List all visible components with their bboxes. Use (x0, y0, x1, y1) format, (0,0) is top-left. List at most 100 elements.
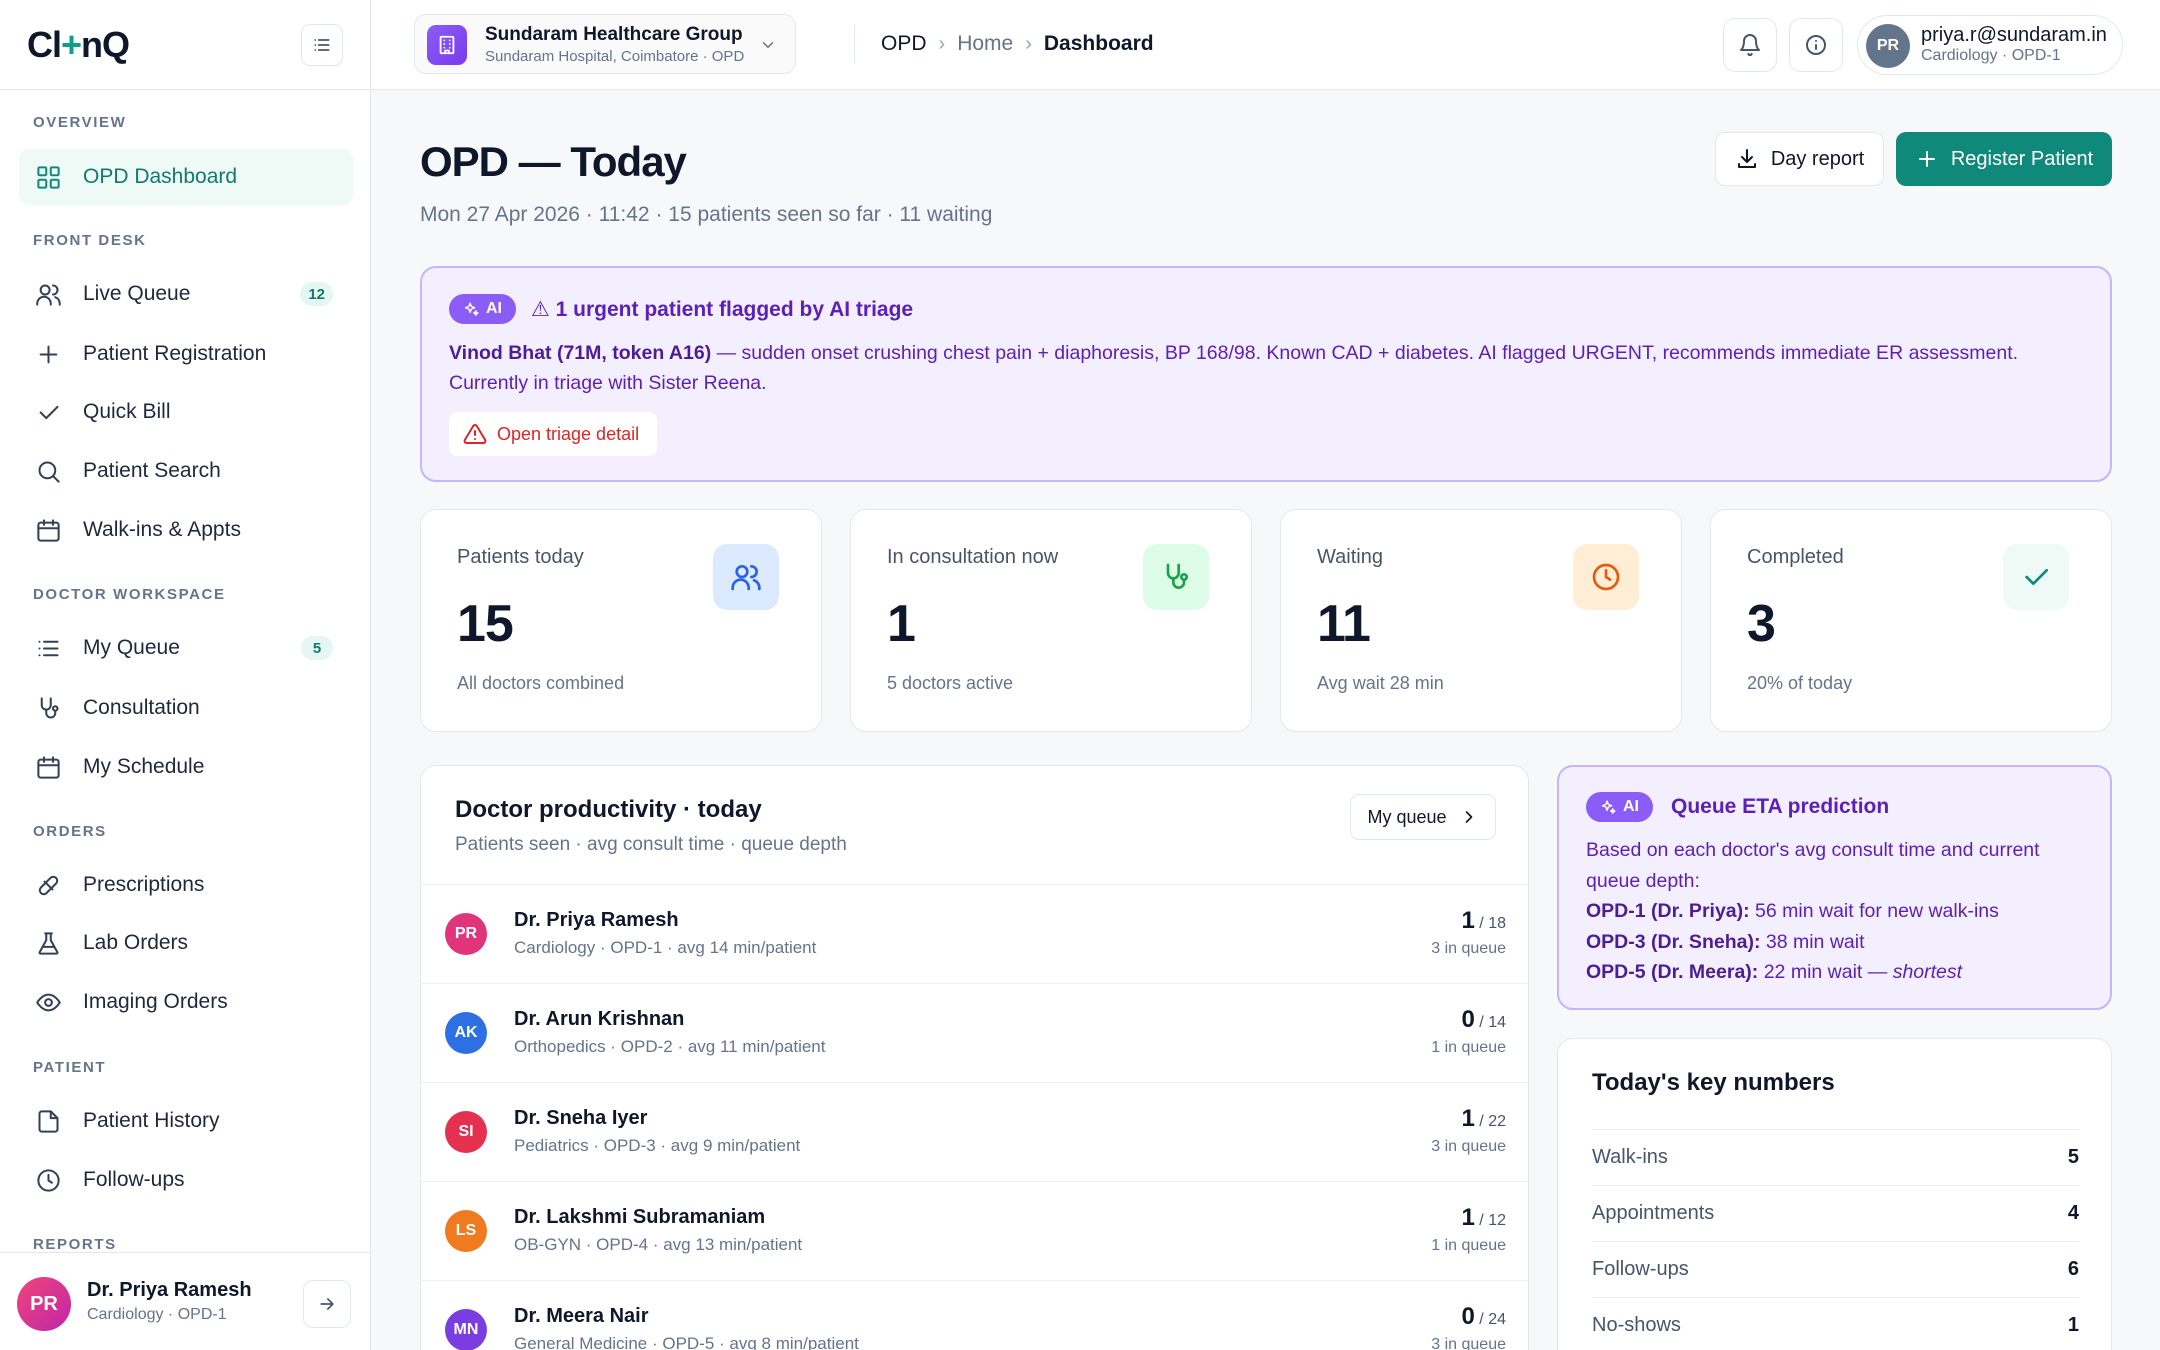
button-label: My queue (1367, 806, 1447, 827)
building-icon (427, 25, 467, 65)
sidebar: Cl+nQ OVERVIEW OPD Dashboard FRONT DESK … (0, 0, 371, 1350)
doctor-name: Dr. Priya Ramesh (514, 909, 679, 931)
warning-icon (463, 423, 487, 444)
stethoscope-icon (40, 696, 59, 718)
stat-card-completed[interactable]: Completed 3 20% of today (1710, 509, 2112, 732)
sidebar-item-label: Patient Registration (83, 342, 267, 365)
notifications-button[interactable] (1723, 18, 1777, 72)
breadcrumb-current: Dashboard (1043, 32, 1154, 55)
queue-depth: 3 in queue (1431, 1336, 1506, 1350)
avatar: LS (445, 1210, 487, 1252)
sidebar-item-imaging-orders[interactable]: Imaging Orders (19, 974, 353, 1030)
breadcrumb-opd[interactable]: OPD (881, 32, 927, 56)
sidebar-item-patient-search[interactable]: Patient Search (19, 443, 353, 499)
patients-seen: 0 / 14 (1461, 1006, 1507, 1033)
list-icon (38, 640, 59, 656)
stat-card-patients-today[interactable]: Patients today 15 All doctors combined (420, 509, 822, 732)
doctor-meta: OB-GYN · OPD-4 · avg 13 min/patient (514, 1235, 803, 1254)
stat-footnote: 20% of today (1747, 673, 1853, 693)
sidebar-item-consultation[interactable]: Consultation (19, 680, 353, 736)
divider (854, 25, 855, 63)
bell-icon (1740, 34, 1760, 57)
sidebar-item-label: Lab Orders (83, 931, 189, 954)
app-logo[interactable]: Cl+nQ (27, 24, 130, 66)
doctor-meta: Pediatrics · OPD-3 · avg 9 min/patient (514, 1136, 801, 1155)
patient-name[interactable]: Vinod Bhat (71M, token A16) (449, 342, 711, 364)
sidebar-item-patient-registration[interactable]: Patient Registration (19, 326, 353, 382)
stat-value: 3 (1747, 595, 1776, 653)
sidebar-item-patient-history[interactable]: Patient History (19, 1093, 353, 1149)
grid-icon (37, 165, 60, 189)
sidebar-item-quick-bill[interactable]: Quick Bill (19, 384, 353, 440)
patients-seen: 1 / 22 (1461, 1105, 1507, 1132)
table-row[interactable]: SI Dr. Sneha Iyer Pediatrics · OPD-3 · a… (421, 1082, 1528, 1181)
sidebar-item-label: OPD Dashboard (83, 165, 238, 188)
stat-footnote: Avg wait 28 min (1317, 673, 1444, 693)
user-role: Cardiology · OPD-1 (1921, 47, 2061, 64)
eta-text: Based on each doctor's avg consult time … (1586, 839, 2040, 983)
avatar: MN (445, 1309, 487, 1350)
table-row[interactable]: LS Dr. Lakshmi Subramaniam OB-GYN · OPD-… (421, 1181, 1528, 1280)
stat-card-waiting[interactable]: Waiting 11 Avg wait 28 min (1280, 509, 1682, 732)
org-subtitle: Sundaram Hospital, Coimbatore · OPD (485, 48, 745, 65)
doctor-meta: Cardiology · OPD-1 · avg 14 min/patient (514, 938, 817, 957)
info-button[interactable] (1789, 18, 1843, 72)
sidebar-item-lab-orders[interactable]: Lab Orders (19, 915, 353, 971)
flask-icon (38, 931, 59, 955)
queue-eta-card: AI Queue ETA prediction Based on each do… (1557, 765, 2112, 1010)
stat-footnote: 5 doctors active (887, 673, 1014, 693)
my-queue-button[interactable]: My queue (1350, 794, 1496, 840)
sidebar-item-my-queue[interactable]: My Queue 5 (19, 620, 353, 676)
clock-icon (1573, 544, 1639, 610)
logout-button[interactable] (303, 1280, 351, 1328)
breadcrumb-home[interactable]: Home (957, 32, 1013, 56)
sidebar-item-follow-ups[interactable]: Follow-ups (19, 1152, 353, 1208)
list-icon (314, 39, 330, 51)
breadcrumb-separator: › (1025, 32, 1032, 55)
pill-icon (38, 875, 59, 895)
button-label: Open triage detail (497, 423, 640, 444)
queue-depth: 1 in queue (1431, 1039, 1506, 1056)
card-subtitle: Patients seen · avg consult time · queue… (455, 834, 847, 855)
doctor-name: Dr. Meera Nair (514, 1305, 649, 1327)
sidebar-item-label: Imaging Orders (83, 990, 228, 1013)
org-switcher[interactable]: Sundaram Healthcare Group Sundaram Hospi… (414, 14, 796, 74)
stat-card-in-consultation[interactable]: In consultation now 1 5 doctors active (850, 509, 1252, 732)
org-name: Sundaram Healthcare Group (485, 24, 743, 45)
stat-footnote: All doctors combined (457, 673, 625, 693)
count-badge: 5 (301, 636, 333, 660)
sidebar-item-my-schedule[interactable]: My Schedule (19, 739, 353, 795)
users-icon (713, 544, 779, 610)
stat-label: Completed (1747, 546, 1844, 568)
section-label-doctor-workspace: DOCTOR WORKSPACE (33, 586, 226, 603)
doctor-name: Dr. Arun Krishnan (514, 1008, 685, 1030)
sidebar-item-walkins[interactable]: Walk-ins & Appts (19, 502, 353, 558)
breadcrumb: OPD › Home › Dashboard (881, 32, 1154, 56)
clock-icon (37, 1168, 60, 1192)
chevron-right-icon (1465, 811, 1472, 823)
list-item: Appointments 4 (1592, 1185, 2079, 1241)
doctor-meta: General Medicine · OPD-5 · avg 8 min/pat… (514, 1334, 859, 1350)
table-row[interactable]: MN Dr. Meera Nair General Medicine · OPD… (421, 1280, 1528, 1350)
day-report-button[interactable]: Day report (1715, 132, 1884, 186)
stat-value: 1 (887, 595, 916, 653)
sidebar-item-prescriptions[interactable]: Prescriptions (19, 857, 353, 913)
patients-seen: 0 / 24 (1461, 1303, 1507, 1330)
chevron-down-icon (759, 36, 777, 54)
table-row[interactable]: AK Dr. Arun Krishnan Orthopedics · OPD-2… (421, 983, 1528, 1082)
topbar: Sundaram Healthcare Group Sundaram Hospi… (371, 0, 2160, 90)
download-icon (1737, 149, 1756, 168)
sidebar-item-opd-dashboard[interactable]: OPD Dashboard (19, 149, 353, 205)
patients-seen: 1 / 18 (1461, 907, 1507, 934)
ai-triage-alert: AI ⚠ 1 urgent patient flagged by AI tria… (420, 266, 2112, 482)
open-triage-detail-button[interactable]: Open triage detail (449, 412, 657, 456)
user-email: priya.r@sundaram.in (1921, 24, 2107, 46)
collapse-sidebar-button[interactable] (301, 24, 343, 66)
register-patient-button[interactable]: Register Patient (1896, 132, 2112, 186)
user-menu[interactable]: PR priya.r@sundaram.in Cardiology · OPD-… (1857, 15, 2123, 75)
queue-depth: 3 in queue (1431, 1138, 1506, 1155)
table-row[interactable]: PR Dr. Priya Ramesh Cardiology · OPD-1 ·… (421, 884, 1528, 983)
doctor-name: Dr. Sneha Iyer (514, 1107, 648, 1129)
sidebar-item-live-queue[interactable]: Live Queue 12 (19, 266, 353, 322)
plus-icon (39, 345, 58, 363)
